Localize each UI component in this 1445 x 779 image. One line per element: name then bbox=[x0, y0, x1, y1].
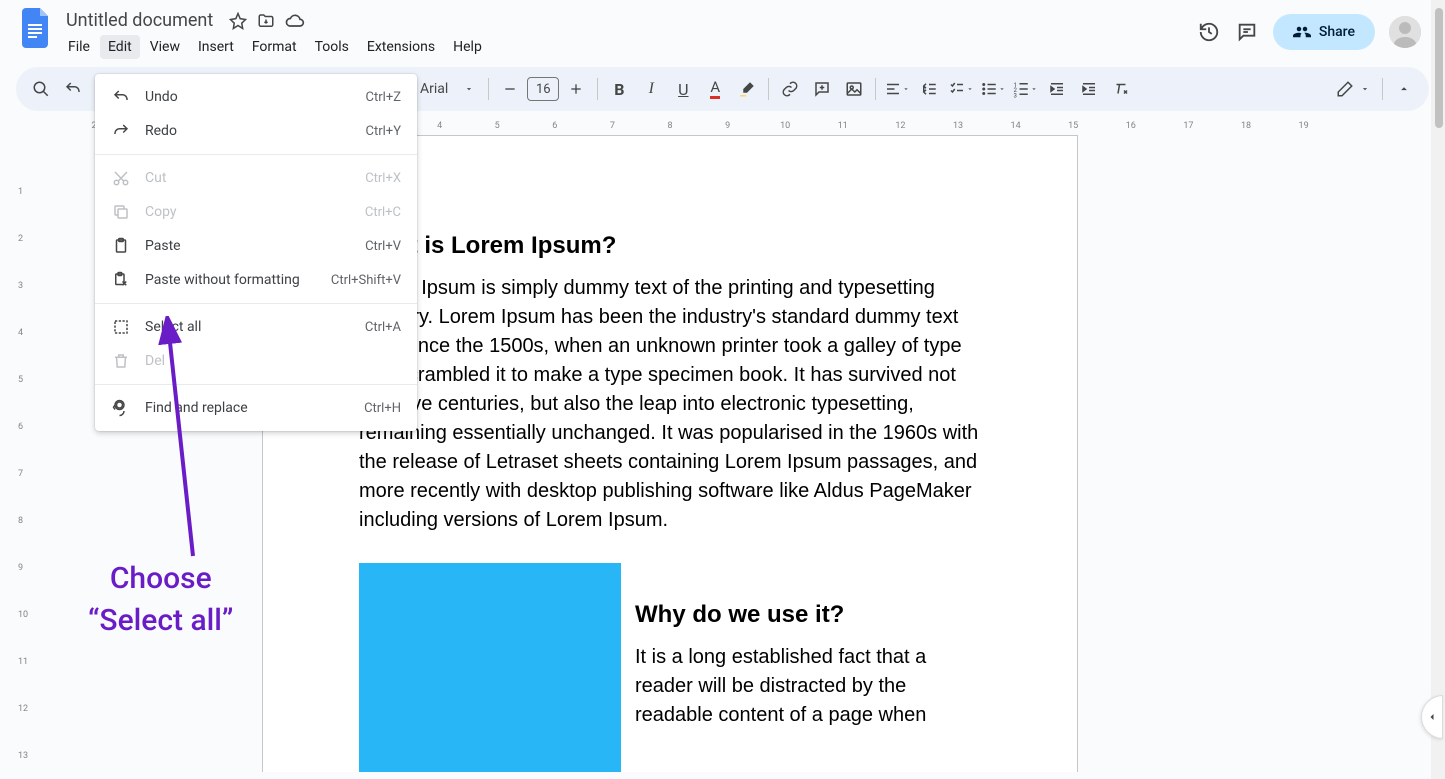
account-avatar[interactable] bbox=[1389, 16, 1421, 48]
scrollbar-thumb[interactable] bbox=[1435, 8, 1443, 128]
copy-icon bbox=[111, 202, 131, 222]
menu-item-shortcut: Ctrl+Shift+V bbox=[331, 273, 401, 288]
svg-text:3: 3 bbox=[1014, 92, 1017, 98]
underline-button[interactable]: U bbox=[668, 74, 698, 104]
edit-menu-find[interactable]: Find and replace Ctrl+H bbox=[95, 391, 417, 425]
menu-item-label: Undo bbox=[145, 89, 352, 105]
bullet-list-button[interactable] bbox=[978, 74, 1008, 104]
doc-paragraph-2: It is a long established fact that a rea… bbox=[635, 643, 981, 730]
menu-item-shortcut: Ctrl+Z bbox=[366, 90, 401, 105]
cloud-status-icon[interactable] bbox=[285, 11, 305, 31]
paste-nf-icon bbox=[111, 270, 131, 290]
find-icon bbox=[111, 398, 131, 418]
font-name-label: Arial bbox=[420, 81, 448, 97]
menu-item-shortcut: Ctrl+H bbox=[364, 401, 401, 416]
menu-item-shortcut: Ctrl+Y bbox=[366, 124, 401, 139]
font-size-increase[interactable] bbox=[561, 74, 591, 104]
undo-button[interactable] bbox=[58, 74, 88, 104]
font-size-input[interactable]: 16 bbox=[527, 77, 559, 101]
doc-title[interactable]: Untitled document bbox=[60, 8, 219, 33]
undo-icon bbox=[111, 87, 131, 107]
indent-increase-button[interactable] bbox=[1074, 74, 1104, 104]
delete-icon bbox=[111, 351, 131, 371]
menu-item-label: Find and replace bbox=[145, 400, 350, 416]
menu-item-label: Copy bbox=[145, 204, 351, 220]
paste-icon bbox=[111, 236, 131, 256]
star-icon[interactable] bbox=[229, 12, 247, 30]
select-all-icon bbox=[111, 317, 131, 337]
menu-extensions[interactable]: Extensions bbox=[359, 35, 443, 59]
move-folder-icon[interactable] bbox=[257, 12, 275, 30]
menu-file[interactable]: File bbox=[60, 35, 98, 59]
menu-tools[interactable]: Tools bbox=[307, 35, 357, 59]
menu-help[interactable]: Help bbox=[445, 35, 490, 59]
edit-menu-cut: Cut Ctrl+X bbox=[95, 161, 417, 195]
insert-link-button[interactable] bbox=[775, 74, 805, 104]
clear-formatting-button[interactable] bbox=[1106, 74, 1136, 104]
people-icon bbox=[1293, 23, 1311, 41]
docs-logo[interactable] bbox=[16, 8, 56, 48]
menu-view[interactable]: View bbox=[142, 35, 188, 59]
font-size-decrease[interactable] bbox=[495, 74, 525, 104]
edit-menu-paste[interactable]: Paste Ctrl+V bbox=[95, 229, 417, 263]
bold-button[interactable]: B bbox=[604, 74, 634, 104]
comments-icon[interactable] bbox=[1235, 20, 1259, 44]
history-icon[interactable] bbox=[1197, 20, 1221, 44]
menu-item-label: Select all bbox=[145, 319, 351, 335]
font-family-select[interactable]: Arial bbox=[412, 81, 482, 97]
search-button[interactable] bbox=[26, 74, 56, 104]
doc-heading-1: What is Lorem Ipsum? bbox=[359, 232, 981, 260]
edit-menu-delete: Del bbox=[95, 344, 417, 378]
doc-heading-2: Why do we use it? bbox=[635, 601, 981, 629]
header-right: Share bbox=[1197, 8, 1429, 50]
image-placeholder[interactable] bbox=[359, 563, 621, 772]
menu-item-label: Cut bbox=[145, 170, 351, 186]
numbered-list-button[interactable]: 123 bbox=[1010, 74, 1040, 104]
share-label: Share bbox=[1319, 24, 1355, 40]
edit-menu-paste-nf[interactable]: Paste without formatting Ctrl+Shift+V bbox=[95, 263, 417, 297]
menu-item-shortcut: Ctrl+X bbox=[365, 171, 401, 186]
menu-item-shortcut: Ctrl+A bbox=[365, 320, 401, 335]
redo-icon bbox=[111, 121, 131, 141]
indent-decrease-button[interactable] bbox=[1042, 74, 1072, 104]
highlight-button[interactable] bbox=[732, 74, 762, 104]
edit-menu-select-all[interactable]: Select all Ctrl+A bbox=[95, 310, 417, 344]
vertical-ruler[interactable]: 1234567891011121314 bbox=[16, 135, 32, 772]
edit-menu-undo[interactable]: Undo Ctrl+Z bbox=[95, 80, 417, 114]
doc-info: Untitled document File Edit View Insert … bbox=[60, 8, 1197, 59]
insert-image-button[interactable] bbox=[839, 74, 869, 104]
menu-format[interactable]: Format bbox=[244, 35, 305, 59]
edit-menu-copy: Copy Ctrl+C bbox=[95, 195, 417, 229]
header-bar: Untitled document File Edit View Insert … bbox=[0, 0, 1445, 59]
menu-item-label: Redo bbox=[145, 123, 352, 139]
menu-item-label: Paste bbox=[145, 238, 351, 254]
add-comment-button[interactable] bbox=[807, 74, 837, 104]
doc-paragraph-1: Lorem Ipsum is simply dummy text of the … bbox=[359, 274, 981, 535]
align-button[interactable] bbox=[882, 74, 912, 104]
checklist-button[interactable] bbox=[946, 74, 976, 104]
menubar: File Edit View Insert Format Tools Exten… bbox=[60, 35, 1197, 59]
share-button[interactable]: Share bbox=[1273, 14, 1375, 50]
italic-button[interactable]: I bbox=[636, 74, 666, 104]
menu-item-label: Del bbox=[145, 353, 387, 369]
menu-item-shortcut: Ctrl+V bbox=[365, 239, 401, 254]
chevron-down-icon bbox=[464, 84, 474, 94]
cut-icon bbox=[111, 168, 131, 188]
menu-insert[interactable]: Insert bbox=[190, 35, 242, 59]
menu-item-label: Paste without formatting bbox=[145, 272, 317, 288]
edit-menu-dropdown: Undo Ctrl+Z Redo Ctrl+Y Cut Ctrl+X Copy Ctrl+C P… bbox=[95, 74, 417, 431]
editing-mode-button[interactable] bbox=[1330, 80, 1376, 98]
menu-edit[interactable]: Edit bbox=[100, 35, 140, 59]
line-spacing-button[interactable] bbox=[914, 74, 944, 104]
vertical-scrollbar[interactable] bbox=[1431, 0, 1445, 779]
text-color-button[interactable]: A bbox=[700, 74, 730, 104]
edit-menu-redo[interactable]: Redo Ctrl+Y bbox=[95, 114, 417, 148]
collapse-toolbar-button[interactable] bbox=[1389, 74, 1419, 104]
menu-item-shortcut: Ctrl+C bbox=[365, 205, 401, 220]
